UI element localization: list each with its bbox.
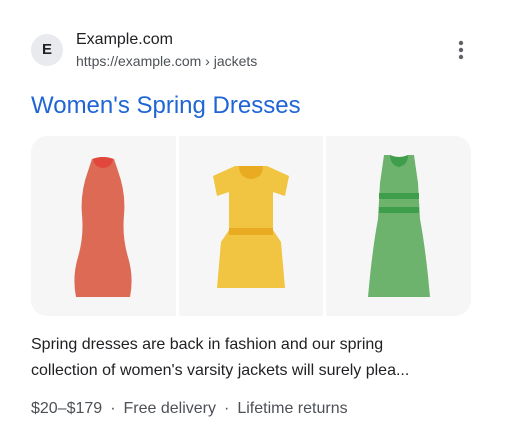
more-vertical-icon [458,40,464,60]
site-name[interactable]: Example.com [76,31,173,49]
separator: · [110,400,116,417]
site-url[interactable]: https://example.com › jackets [76,53,257,69]
snippet-line: collection of women's varsity jackets wi… [31,362,410,379]
returns-info: Lifetime returns [237,400,348,417]
result-title-link[interactable]: Women's Spring Dresses [31,92,301,120]
gallery-image-yellow-dress[interactable] [178,136,324,316]
gallery-image-red-dress[interactable] [31,136,176,316]
separator: · [224,400,230,417]
price-range: $20–$179 [31,400,103,417]
snippet-line: Spring dresses are back in fashion and o… [31,336,384,353]
site-header: E Example.com https://example.com › jack… [31,30,479,72]
result-snippet: Spring dresses are back in fashion and o… [31,332,479,384]
image-gallery [31,136,471,316]
site-favicon[interactable]: E [31,34,63,66]
search-result: E Example.com https://example.com › jack… [31,30,479,417]
delivery-info: Free delivery [123,400,216,417]
gallery-image-green-dress[interactable] [326,136,471,316]
green-dress-icon [367,155,430,297]
more-options-button[interactable] [449,34,473,66]
red-dress-icon [74,157,132,297]
result-attributes: $20–$179 · Free delivery · Lifetime returns [31,400,348,418]
yellow-dress-icon [213,166,289,288]
